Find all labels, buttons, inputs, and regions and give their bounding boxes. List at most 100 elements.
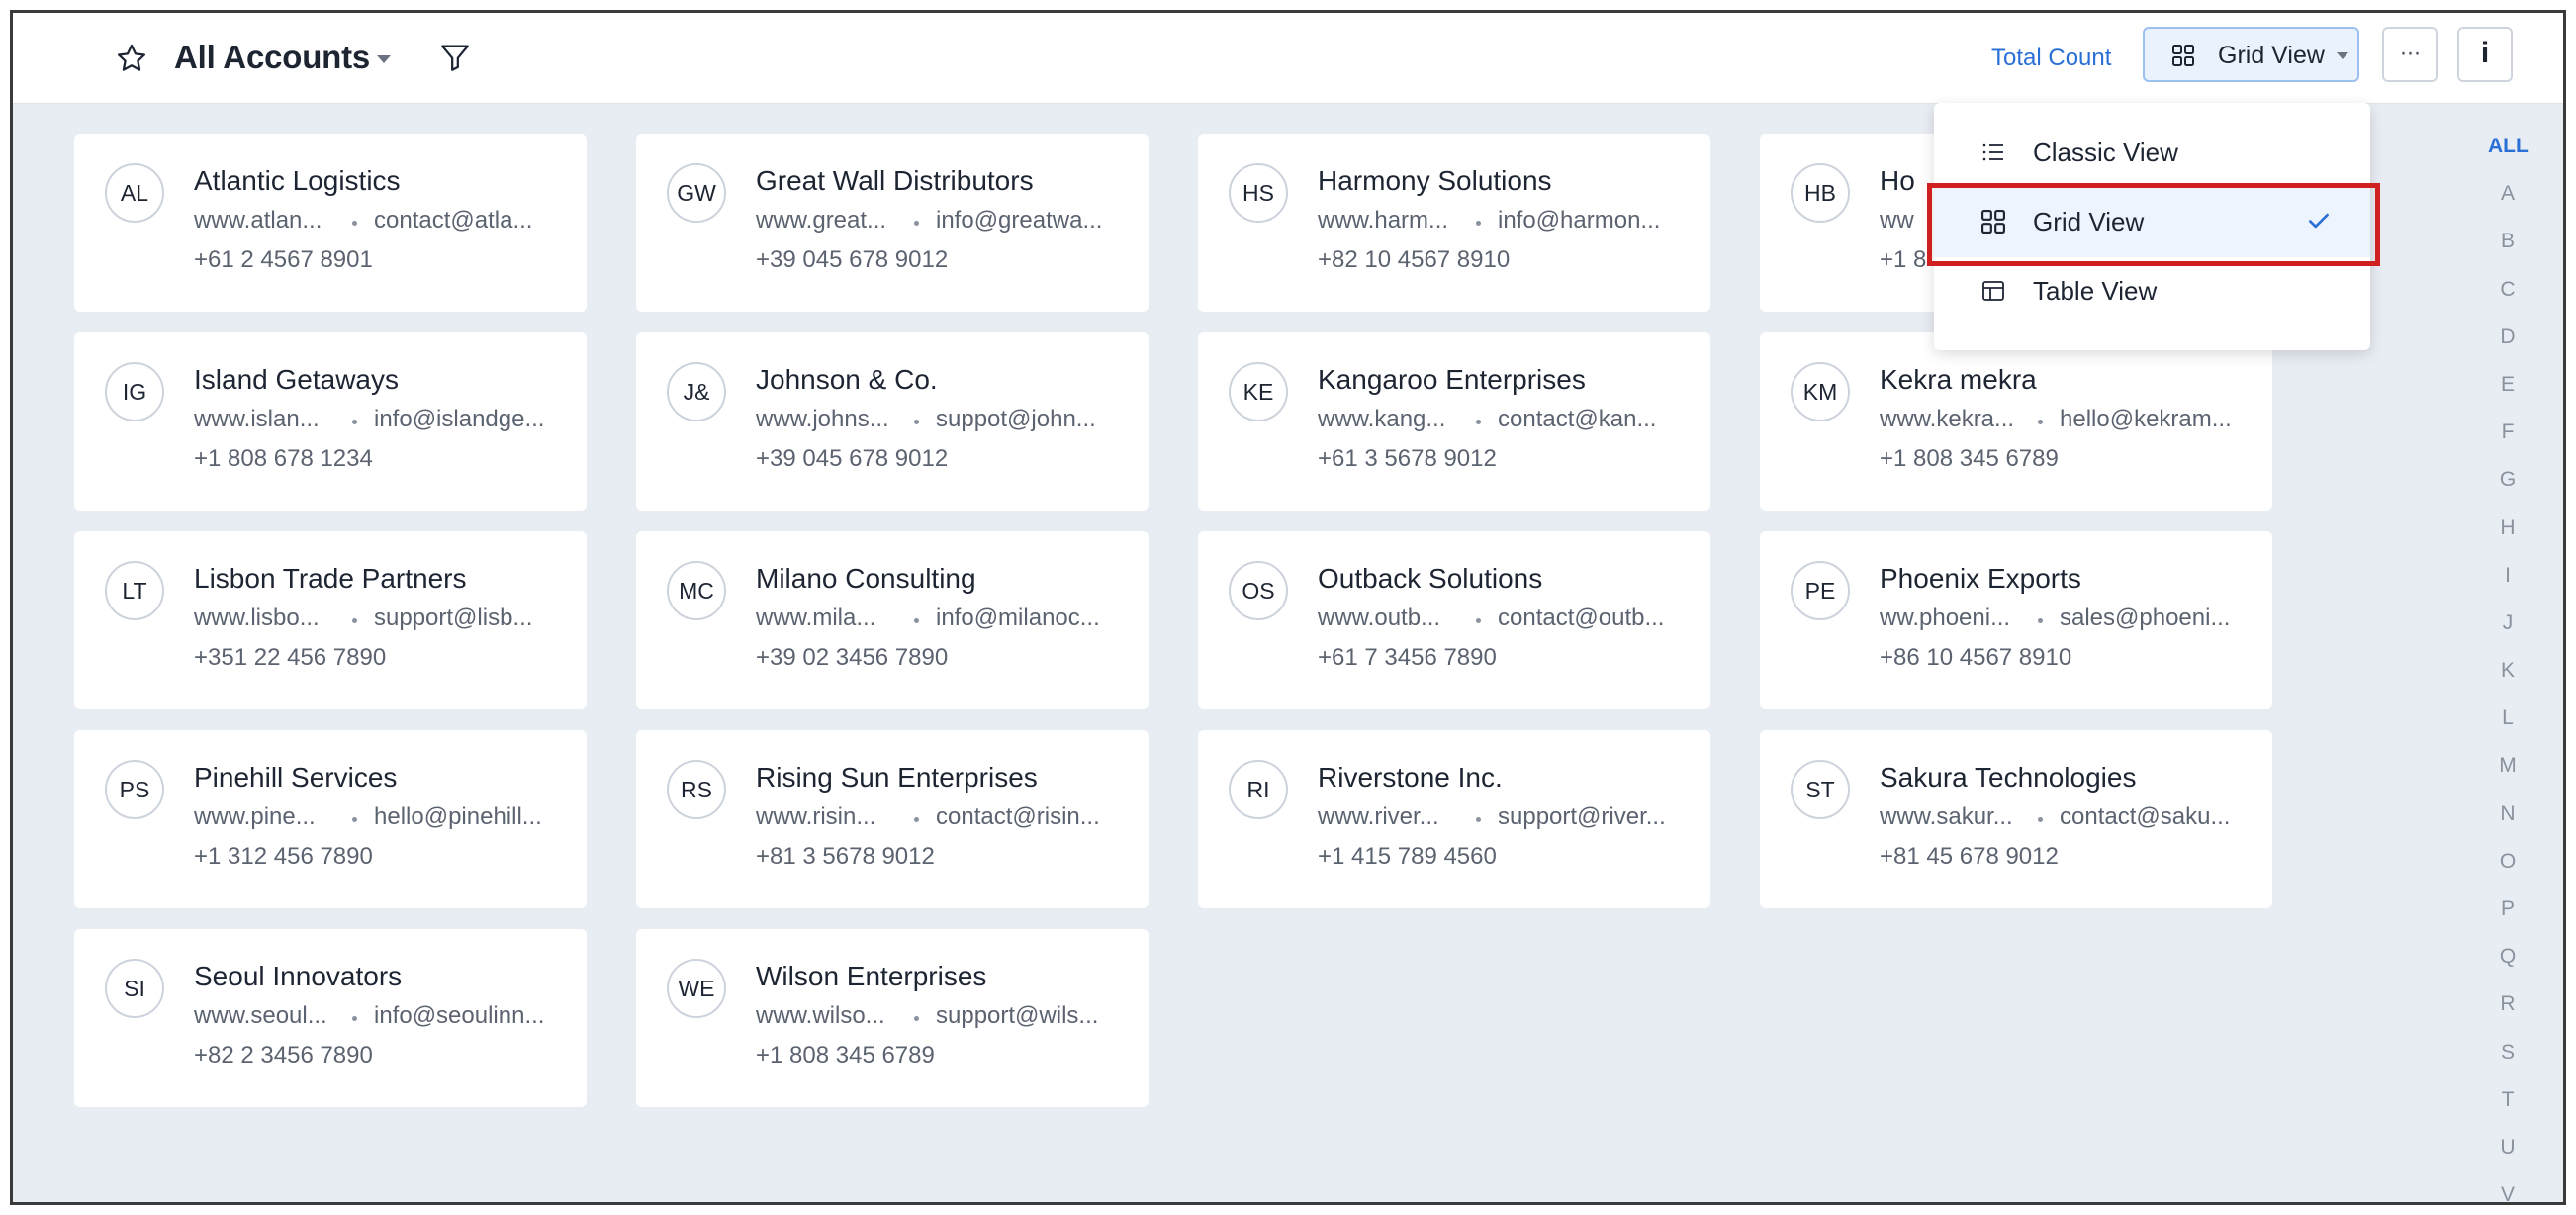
account-card[interactable]: AL Atlantic Logistics www.atlan... contact@…	[74, 134, 587, 312]
account-email[interactable]: info@islandge...	[374, 406, 568, 433]
account-email[interactable]: hello@pinehill...	[374, 803, 568, 831]
account-website[interactable]: www.sakur...	[1880, 803, 2023, 831]
account-name[interactable]: Sakura Technologies	[1880, 762, 2136, 794]
account-name[interactable]: Kangaroo Enterprises	[1318, 364, 1586, 396]
account-card[interactable]: OS Outback Solutions www.outb... contact@ou…	[1198, 531, 1710, 709]
account-name[interactable]: Milano Consulting	[756, 563, 976, 595]
alphabet-letter[interactable]: I	[2488, 561, 2528, 608]
alphabet-letter[interactable]: D	[2488, 323, 2528, 370]
account-email[interactable]: contact@atla...	[374, 207, 568, 234]
account-email[interactable]: contact@saku...	[2060, 803, 2254, 831]
account-name[interactable]: Phoenix Exports	[1880, 563, 2081, 595]
account-email[interactable]: info@harmon...	[1498, 207, 1692, 234]
account-name[interactable]: Wilson Enterprises	[756, 961, 986, 992]
alphabet-letter[interactable]: F	[2488, 418, 2528, 465]
account-email[interactable]: contact@outb...	[1498, 605, 1692, 632]
account-website[interactable]: www.islan...	[194, 406, 337, 433]
account-card[interactable]: J& Johnson & Co. www.johns... suppot@john..…	[636, 332, 1149, 511]
account-email[interactable]: support@lisb...	[374, 605, 568, 632]
account-card[interactable]: ST Sakura Technologies www.sakur... contact…	[1760, 730, 2272, 908]
account-website[interactable]: www.mila...	[756, 605, 899, 632]
alphabet-letter[interactable]: L	[2488, 703, 2528, 751]
account-website[interactable]: www.outb...	[1318, 605, 1461, 632]
account-name[interactable]: Atlantic Logistics	[194, 165, 401, 197]
account-card[interactable]: PS Pinehill Services www.pine... hello@pine…	[74, 730, 587, 908]
account-email[interactable]: hello@kekram...	[2060, 406, 2254, 433]
account-name[interactable]: Lisbon Trade Partners	[194, 563, 467, 595]
view-switcher-button[interactable]: Grid View	[2143, 27, 2359, 82]
account-card[interactable]: RI Riverstone Inc. www.river... support@riv…	[1198, 730, 1710, 908]
account-website[interactable]: www.kekra...	[1880, 406, 2023, 433]
star-icon[interactable]	[115, 42, 148, 75]
alphabet-letter[interactable]: R	[2488, 989, 2528, 1037]
account-card[interactable]: WE Wilson Enterprises www.wilso... support@…	[636, 929, 1149, 1107]
account-website[interactable]: www.lisbo...	[194, 605, 337, 632]
alphabet-letter[interactable]: A	[2488, 179, 2528, 227]
account-email[interactable]: info@greatwa...	[936, 207, 1130, 234]
alphabet-letter[interactable]: U	[2488, 1133, 2528, 1180]
more-options-button[interactable]: ···	[2382, 27, 2438, 82]
account-website[interactable]: www.risin...	[756, 803, 899, 831]
alphabet-letter[interactable]: N	[2488, 799, 2528, 847]
menu-item-grid-view[interactable]: Grid View	[1934, 188, 2370, 257]
account-name[interactable]: Island Getaways	[194, 364, 399, 396]
alphabet-letter[interactable]: H	[2488, 514, 2528, 561]
alphabet-letter[interactable]: V	[2488, 1180, 2528, 1202]
alphabet-letter[interactable]: Q	[2488, 942, 2528, 989]
alphabet-letter[interactable]: E	[2488, 370, 2528, 418]
account-email[interactable]: info@seoulinn...	[374, 1002, 568, 1030]
account-card[interactable]: HS Harmony Solutions www.harm... info@harmo…	[1198, 134, 1710, 312]
account-name[interactable]: Ho	[1880, 165, 1915, 197]
account-website[interactable]: www.wilso...	[756, 1002, 899, 1030]
account-website[interactable]: www.atlan...	[194, 207, 337, 234]
alphabet-letter[interactable]: J	[2488, 608, 2528, 656]
account-card[interactable]: KM Kekra mekra www.kekra... hello@kekram...…	[1760, 332, 2272, 511]
account-name[interactable]: Seoul Innovators	[194, 961, 402, 992]
account-name[interactable]: Outback Solutions	[1318, 563, 1542, 595]
account-card[interactable]: KE Kangaroo Enterprises www.kang... contact…	[1198, 332, 1710, 511]
account-website[interactable]: www.pine...	[194, 803, 337, 831]
account-website[interactable]: www.great...	[756, 207, 899, 234]
account-website[interactable]: www.kang...	[1318, 406, 1461, 433]
alphabet-letter[interactable]: K	[2488, 656, 2528, 703]
alphabet-letter[interactable]: C	[2488, 275, 2528, 323]
account-email[interactable]: info@milanoc...	[936, 605, 1130, 632]
alphabet-letter[interactable]: B	[2488, 227, 2528, 274]
account-email[interactable]: sales@phoeni...	[2060, 605, 2254, 632]
account-name[interactable]: Kekra mekra	[1880, 364, 2037, 396]
account-card[interactable]: GW Great Wall Distributors www.great... inf…	[636, 134, 1149, 312]
account-website[interactable]: www.harm...	[1318, 207, 1461, 234]
account-name[interactable]: Pinehill Services	[194, 762, 397, 794]
account-email[interactable]: contact@risin...	[936, 803, 1130, 831]
account-name[interactable]: Rising Sun Enterprises	[756, 762, 1038, 794]
account-email[interactable]: support@river...	[1498, 803, 1692, 831]
account-name[interactable]: Harmony Solutions	[1318, 165, 1552, 197]
account-name[interactable]: Johnson & Co.	[756, 364, 938, 396]
alphabet-letter[interactable]: T	[2488, 1085, 2528, 1133]
account-card[interactable]: SI Seoul Innovators www.seoul... info@seoul…	[74, 929, 587, 1107]
account-email[interactable]: contact@kan...	[1498, 406, 1692, 433]
alphabet-letter[interactable]: S	[2488, 1038, 2528, 1085]
account-website[interactable]: www.seoul...	[194, 1002, 337, 1030]
alphabet-letter[interactable]: P	[2488, 894, 2528, 942]
menu-item-table-view[interactable]: Table View	[1934, 257, 2370, 327]
total-count-link[interactable]: Total Count	[1991, 45, 2111, 72]
account-name[interactable]: Great Wall Distributors	[756, 165, 1034, 197]
account-card[interactable]: PE Phoenix Exports ww.phoeni... sales@phoen…	[1760, 531, 2272, 709]
alphabet-letter[interactable]: O	[2488, 847, 2528, 894]
filter-icon[interactable]	[438, 41, 472, 74]
alphabet-letter[interactable]: G	[2488, 465, 2528, 513]
chevron-down-icon[interactable]	[377, 55, 391, 63]
menu-item-classic-view[interactable]: Classic View	[1934, 119, 2370, 188]
account-website[interactable]: www.river...	[1318, 803, 1461, 831]
alphabet-letter[interactable]: ALL	[2488, 132, 2529, 179]
account-card[interactable]: LT Lisbon Trade Partners www.lisbo... suppo…	[74, 531, 587, 709]
account-name[interactable]: Riverstone Inc.	[1318, 762, 1503, 794]
page-title[interactable]: All Accounts	[174, 39, 370, 76]
info-button[interactable]: i	[2457, 27, 2513, 82]
account-website[interactable]: ww.phoeni...	[1880, 605, 2023, 632]
account-card[interactable]: IG Island Getaways www.islan... info@island…	[74, 332, 587, 511]
alphabet-letter[interactable]: M	[2488, 751, 2528, 798]
account-card[interactable]: RS Rising Sun Enterprises www.risin... cont…	[636, 730, 1149, 908]
account-email[interactable]: support@wils...	[936, 1002, 1130, 1030]
